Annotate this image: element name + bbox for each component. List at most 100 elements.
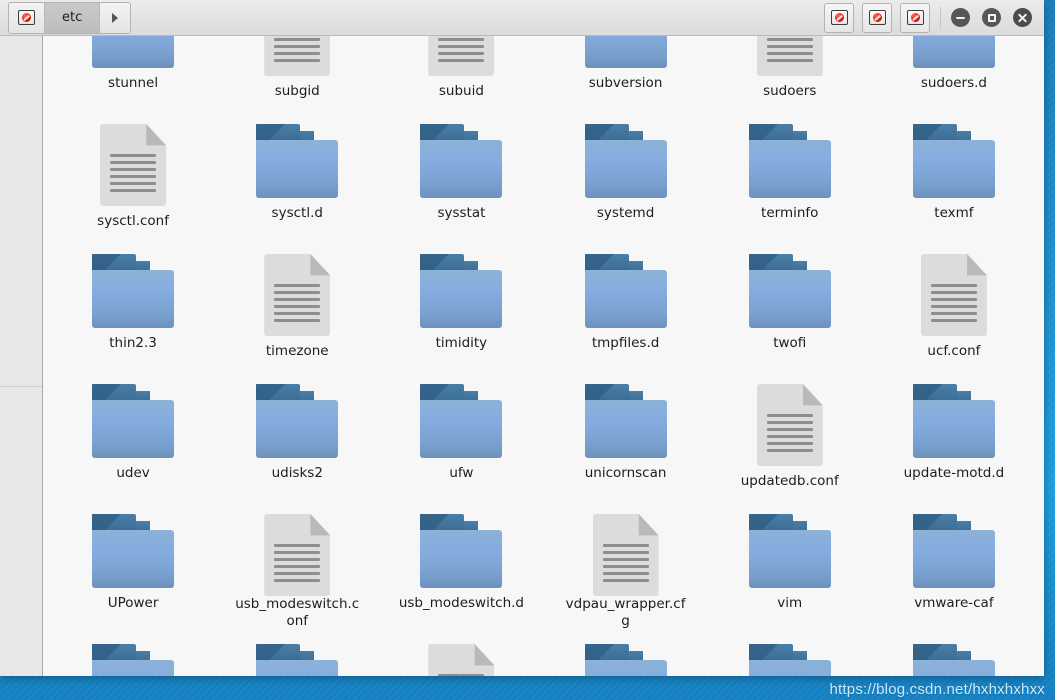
- file-item[interactable]: texmf: [872, 110, 1036, 240]
- folder-icon: [912, 514, 995, 588]
- file-item[interactable]: vim: [708, 500, 872, 630]
- file-item[interactable]: sudoers.d: [872, 36, 1036, 110]
- file-item-label: unicornscan: [584, 465, 667, 481]
- file-item[interactable]: [708, 630, 872, 676]
- document-icon: [256, 254, 338, 336]
- file-item[interactable]: twofi: [708, 240, 872, 370]
- file-item[interactable]: vdpau_wrapper.cfg: [544, 500, 708, 630]
- file-item[interactable]: updatedb.conf: [708, 370, 872, 500]
- file-item-label: texmf: [934, 205, 974, 221]
- toolbar-button-3[interactable]: [900, 2, 930, 33]
- file-item[interactable]: [544, 630, 708, 676]
- red-stop-icon: [906, 10, 924, 25]
- file-item[interactable]: thin2.3: [51, 240, 215, 370]
- file-item[interactable]: systemd: [544, 110, 708, 240]
- folder-icon: [92, 644, 175, 676]
- file-item-label: terminfo: [761, 205, 819, 221]
- file-item[interactable]: subversion: [544, 36, 708, 110]
- tab-bar: etc: [8, 1, 132, 34]
- window-controls: [951, 8, 1038, 27]
- file-item[interactable]: sudoers: [708, 36, 872, 110]
- file-item[interactable]: vmware-caf: [872, 500, 1036, 630]
- sidebar[interactable]: [0, 36, 43, 676]
- file-item[interactable]: terminfo: [708, 110, 872, 240]
- folder-icon: [420, 254, 503, 328]
- screen: etc stunnel subgid subuid subversion sud…: [0, 0, 1055, 700]
- arrow-right-icon: [112, 12, 119, 23]
- file-item-label: stunnel: [108, 75, 159, 91]
- toolbar-button-2[interactable]: [862, 2, 892, 33]
- folder-icon: [748, 124, 831, 198]
- tab-etc[interactable]: etc: [45, 2, 101, 33]
- file-item-label: sysstat: [437, 205, 486, 221]
- folder-icon: [420, 124, 503, 198]
- file-item-label: sudoers.d: [920, 75, 987, 91]
- file-item[interactable]: sysctl.conf: [51, 110, 215, 240]
- icon-grid: stunnel subgid subuid subversion sudoers sudo…: [43, 36, 1044, 676]
- file-list-area[interactable]: stunnel subgid subuid subversion sudoers sudo…: [43, 36, 1044, 676]
- folder-icon: [420, 514, 503, 588]
- file-item[interactable]: sysstat: [379, 110, 543, 240]
- file-item-label: vdpau_wrapper.cfg: [565, 596, 686, 629]
- file-item[interactable]: [379, 630, 543, 676]
- file-item[interactable]: timezone: [215, 240, 379, 370]
- file-item[interactable]: subuid: [379, 36, 543, 110]
- file-item[interactable]: usb_modeswitch.conf: [215, 500, 379, 630]
- file-item-label: ucf.conf: [927, 343, 981, 359]
- file-item[interactable]: tmpfiles.d: [544, 240, 708, 370]
- file-item[interactable]: update-motd.d: [872, 370, 1036, 500]
- folder-icon: [912, 124, 995, 198]
- maximize-icon[interactable]: [982, 8, 1001, 27]
- folder-icon: [92, 36, 175, 68]
- folder-icon: [92, 254, 175, 328]
- folder-icon: [256, 124, 339, 198]
- file-item-label: UPower: [107, 595, 159, 611]
- file-item-label: sysctl.d: [271, 205, 323, 221]
- file-item[interactable]: [215, 630, 379, 676]
- tab-forward-button[interactable]: [100, 2, 131, 33]
- file-item-label: updatedb.conf: [740, 473, 839, 489]
- folder-icon: [92, 514, 175, 588]
- tab-icon-button[interactable]: [9, 2, 45, 33]
- folder-icon: [584, 36, 667, 68]
- folder-icon: [256, 644, 339, 676]
- file-item[interactable]: ufw: [379, 370, 543, 500]
- window-body: stunnel subgid subuid subversion sudoers sudo…: [0, 36, 1044, 676]
- file-item[interactable]: usb_modeswitch.d: [379, 500, 543, 630]
- file-item[interactable]: timidity: [379, 240, 543, 370]
- file-item-label: subgid: [274, 83, 320, 99]
- close-icon[interactable]: [1013, 8, 1032, 27]
- file-item[interactable]: subgid: [215, 36, 379, 110]
- folder-icon: [912, 384, 995, 458]
- file-item[interactable]: UPower: [51, 500, 215, 630]
- file-item[interactable]: sysctl.d: [215, 110, 379, 240]
- tab-etc-label: etc: [62, 10, 83, 25]
- red-stop-icon: [18, 10, 35, 25]
- document-icon: [749, 36, 831, 76]
- toolbar-button-1[interactable]: [824, 2, 854, 33]
- file-item-label: subversion: [588, 75, 663, 91]
- folder-icon: [420, 384, 503, 458]
- file-item-label: systemd: [596, 205, 655, 221]
- minimize-icon[interactable]: [951, 8, 970, 27]
- folder-icon: [584, 124, 667, 198]
- file-item[interactable]: [51, 630, 215, 676]
- file-item-label: ufw: [449, 465, 474, 481]
- folder-icon: [584, 384, 667, 458]
- file-item[interactable]: udisks2: [215, 370, 379, 500]
- file-item[interactable]: ucf.conf: [872, 240, 1036, 370]
- watermark: https://blog.csdn.net/hxhxhxhxx: [829, 681, 1045, 698]
- file-item[interactable]: [872, 630, 1036, 676]
- file-item-label: subuid: [438, 83, 484, 99]
- file-item[interactable]: unicornscan: [544, 370, 708, 500]
- file-item-label: sysctl.conf: [97, 213, 169, 229]
- file-item[interactable]: stunnel: [51, 36, 215, 110]
- file-item-label: update-motd.d: [903, 465, 1005, 481]
- file-item-label: timidity: [435, 335, 488, 351]
- file-item-label: udev: [116, 465, 150, 481]
- file-item-label: twofi: [773, 335, 807, 351]
- document-icon: [913, 254, 995, 336]
- folder-icon: [256, 384, 339, 458]
- folder-icon: [748, 254, 831, 328]
- file-item[interactable]: udev: [51, 370, 215, 500]
